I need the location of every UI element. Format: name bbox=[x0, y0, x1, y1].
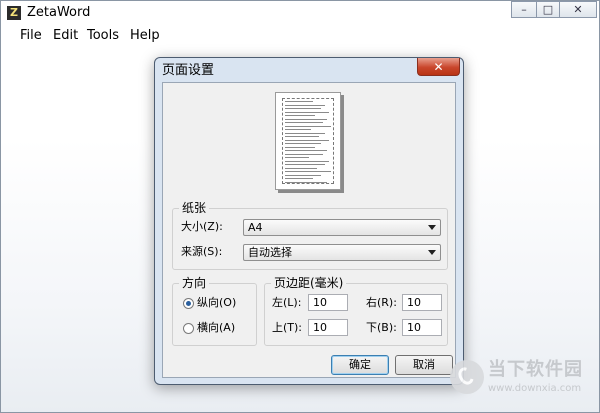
maximize-button[interactable]: □ bbox=[536, 1, 560, 18]
paper-source-select[interactable]: 自动选择 bbox=[243, 244, 441, 261]
preview-line bbox=[285, 153, 323, 155]
paper-size-label: 大小(Z): bbox=[181, 220, 223, 233]
preview-line bbox=[285, 132, 325, 134]
paper-size-chevron-down-icon bbox=[428, 225, 436, 230]
menu-file[interactable]: File bbox=[20, 28, 42, 44]
preview-line bbox=[285, 111, 329, 113]
preview-line bbox=[285, 160, 329, 162]
portrait-label[interactable]: 纵向(O) bbox=[197, 296, 236, 310]
paper-source-chevron-down-icon bbox=[428, 250, 436, 255]
margin-bottom-input[interactable]: 10 bbox=[402, 319, 442, 336]
landscape-label[interactable]: 横向(A) bbox=[197, 321, 235, 335]
preview-line bbox=[285, 101, 313, 102]
margin-left-input[interactable]: 10 bbox=[308, 294, 348, 311]
margin-right-label: 右(R): bbox=[366, 296, 397, 309]
margin-top-label: 上(T): bbox=[272, 321, 303, 334]
preview-line bbox=[285, 118, 327, 120]
margins-group: 页边距(毫米) 左(L): 10 右(R): 10 上(T): 10 下(B):… bbox=[264, 275, 448, 346]
orientation-group: 方向 纵向(O) 横向(A) bbox=[172, 275, 257, 346]
margins-group-legend: 页边距(毫米) bbox=[271, 275, 347, 291]
preview-line bbox=[285, 174, 321, 176]
preview-line bbox=[285, 178, 313, 179]
app-logo-icon: Z bbox=[7, 6, 21, 20]
window-title: ZetaWord bbox=[27, 5, 91, 20]
preview-line bbox=[285, 164, 325, 165]
preview-line bbox=[285, 157, 309, 158]
margin-bottom-label: 下(B): bbox=[366, 321, 397, 334]
page-setup-dialog: 页面设置 ✕ 纸张 大小(Z): A4 来源(S): 自动选择 方向 纵向(O)… bbox=[154, 57, 464, 385]
dialog-title: 页面设置 bbox=[162, 63, 215, 78]
paper-group: 纸张 大小(Z): A4 来源(S): 自动选择 bbox=[172, 200, 448, 270]
preview-line bbox=[285, 125, 331, 127]
cancel-button[interactable]: 取消 bbox=[395, 355, 453, 375]
portrait-radio[interactable] bbox=[183, 298, 194, 309]
watermark-url: www.downxia.com bbox=[488, 383, 582, 394]
paper-source-label: 来源(S): bbox=[181, 245, 223, 258]
paper-size-select[interactable]: A4 bbox=[243, 219, 441, 236]
preview-line bbox=[285, 104, 325, 106]
dialog-client: 纸张 大小(Z): A4 来源(S): 自动选择 方向 纵向(O) 横向(A) … bbox=[162, 82, 456, 378]
minimize-button[interactable]: – bbox=[511, 1, 537, 18]
page-preview bbox=[275, 92, 341, 190]
menu-help[interactable]: Help bbox=[130, 28, 160, 44]
preview-line bbox=[285, 143, 321, 144]
watermark-logo-icon bbox=[450, 360, 484, 394]
preview-line bbox=[285, 122, 323, 123]
portrait-radio-dot bbox=[186, 301, 191, 306]
preview-line bbox=[285, 150, 327, 151]
orientation-group-legend: 方向 bbox=[179, 275, 210, 291]
paper-group-legend: 纸张 bbox=[179, 200, 210, 216]
margin-top-input[interactable]: 10 bbox=[308, 319, 348, 336]
preview-line bbox=[285, 167, 317, 169]
preview-line bbox=[285, 108, 321, 109]
dialog-close-button[interactable]: ✕ bbox=[417, 58, 460, 76]
menu-tools[interactable]: Tools bbox=[87, 28, 119, 44]
margin-right-input[interactable]: 10 bbox=[402, 294, 442, 311]
menu-bar: File Edit Tools Help bbox=[1, 25, 599, 47]
close-window-button[interactable]: ✕ bbox=[559, 1, 597, 18]
paper-source-value: 自动选择 bbox=[248, 246, 292, 259]
watermark-text: 当下软件园 bbox=[488, 359, 583, 380]
paper-size-value: A4 bbox=[248, 221, 263, 234]
preview-line bbox=[285, 115, 315, 116]
preview-line bbox=[285, 129, 311, 130]
margin-left-label: 左(L): bbox=[272, 296, 302, 309]
preview-line bbox=[285, 171, 331, 172]
ok-button[interactable]: 确定 bbox=[331, 355, 389, 375]
preview-line bbox=[285, 146, 315, 148]
watermark-logo-mark bbox=[455, 364, 477, 388]
title-bar: Z ZetaWord – □ ✕ bbox=[1, 1, 599, 25]
menu-edit[interactable]: Edit bbox=[53, 28, 78, 44]
landscape-radio[interactable] bbox=[183, 323, 194, 334]
preview-line bbox=[285, 181, 327, 183]
preview-line bbox=[285, 139, 329, 141]
preview-line bbox=[285, 136, 319, 137]
